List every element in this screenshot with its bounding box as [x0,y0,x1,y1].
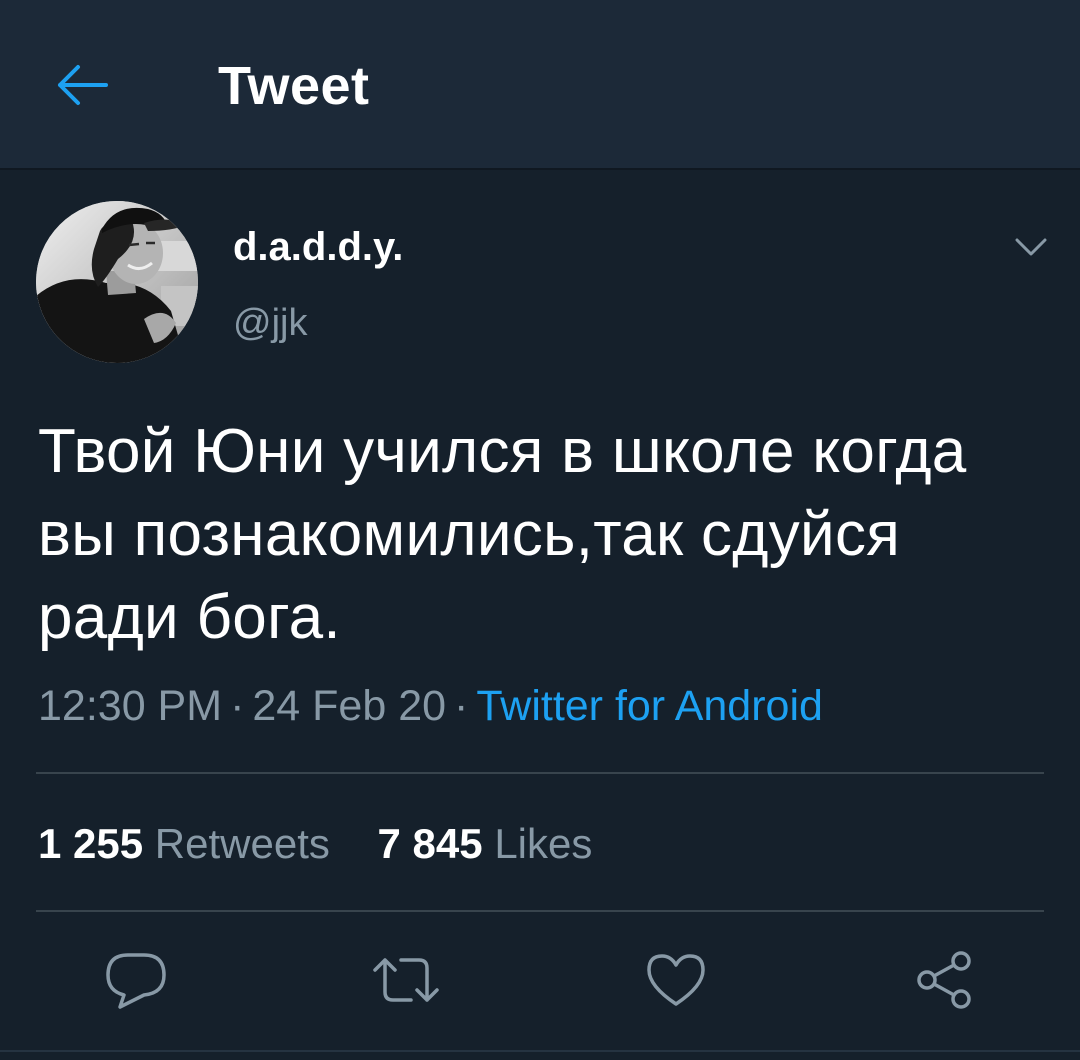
divider [36,910,1044,912]
likes-count: 7 845 [377,820,483,867]
arrow-left-icon [58,65,108,105]
meta-separator: · [230,682,245,730]
like-button[interactable] [636,940,716,1020]
retweets-stat[interactable]: 1 255 Retweets [38,818,330,870]
likes-label: Likes [494,820,593,867]
tweet-stats: 1 255 Retweets 7 845 Likes [38,818,592,870]
tweet-text: Твой Юни учился в школе когда вы познако… [38,417,967,652]
retweet-icon [373,958,439,1002]
reply-button[interactable] [96,940,176,1020]
tweet-detail-screen: Tweet d.a.d.d.y. @jjk Твой Юни учился в … [0,0,1080,1060]
tweet-menu-button[interactable] [1006,222,1056,272]
avatar[interactable] [36,201,198,363]
retweets-label: Retweets [154,820,330,867]
likes-stat[interactable]: 7 845 Likes [378,818,593,870]
tweet-date: 24 Feb 20 [252,682,447,730]
divider [36,772,1044,774]
back-button[interactable] [50,52,116,118]
reply-icon [106,953,166,1009]
tweet-action-bar [0,940,1080,1020]
page-title: Tweet [218,56,370,116]
retweets-count: 1 255 [38,820,144,867]
meta-separator: · [454,682,469,730]
profile-photo [36,201,198,363]
chevron-down-icon [1015,238,1047,256]
tweet-time: 12:30 PM [38,682,223,730]
author-display-name[interactable]: d.a.d.d.y. [233,223,403,271]
bottom-divider [0,1050,1080,1052]
tweet-meta: 12:30 PM · 24 Feb 20 · Twitter for Android [38,678,823,734]
top-app-bar: Tweet [0,0,1080,170]
tweet-source-link[interactable]: Twitter for Android [476,682,823,730]
share-icon [917,951,971,1009]
share-button[interactable] [904,940,984,1020]
heart-icon [647,954,705,1006]
author-handle[interactable]: @jjk [233,300,307,346]
retweet-button[interactable] [366,940,446,1020]
